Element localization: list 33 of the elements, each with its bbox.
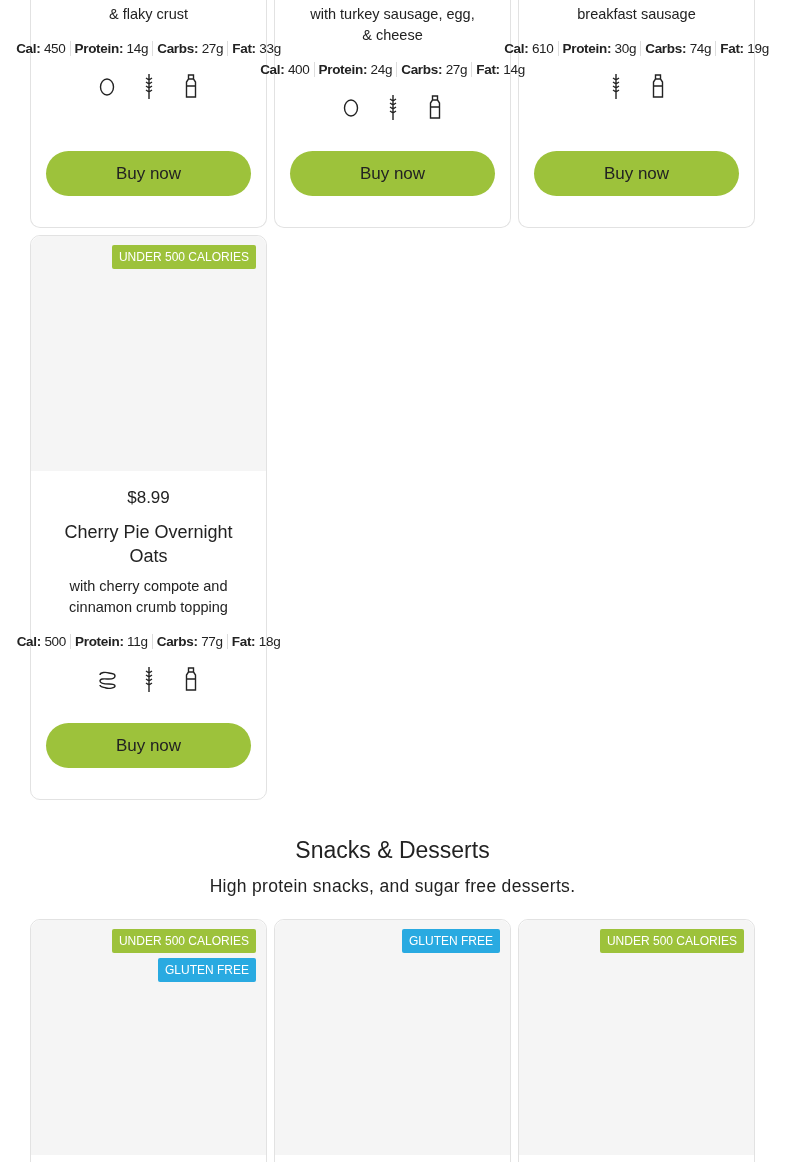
buy-now-button[interactable]: Buy now [46,723,251,768]
nutrition-fact: Protein: 11g [70,634,152,649]
nutrition-fact: Cal: 610 [503,41,555,56]
product-price: $8.99 [127,488,170,508]
nutrition-fact: Carbs: 74g [640,41,716,56]
tag-badge: GLUTEN FREE [402,929,500,953]
product-description: & flaky crust [108,5,189,24]
nutrition-fact: Fat: 18g [226,634,285,649]
nutrition-fact: Fat: 19g [715,41,773,56]
tag-badge: UNDER 500 CALORIES [111,245,256,269]
nutrition-fact: Protein: 30g [557,41,641,56]
nutrition-fact: Cal: 500 [15,634,67,649]
nutrition-fact: Fat: 33g [227,41,285,56]
tag-badge: GLUTEN FREE [158,958,256,982]
tag-badge: UNDER 500 CALORIES [111,929,256,953]
section-title: Snacks & Desserts [294,837,491,864]
section-subtitle: High protein snacks, and sugar free desserts. [208,876,577,897]
nutrition-fact: Fat: 14g [471,62,529,77]
buy-now-button[interactable]: Buy now [534,151,739,196]
product-name: Cherry Pie Overnight Oats [63,521,234,568]
nutrition-fact: Protein: 14g [69,41,153,56]
nutrition-fact: Carbs: 27g [396,62,472,77]
nutrition-fact: Carbs: 77g [151,634,227,649]
nutrition-fact: Cal: 400 [259,62,311,77]
product-description: with cherry compote and cinnamon crumb topping [68,577,229,617]
nutrition-fact: Protein: 24g [313,62,397,77]
product-description: with turkey sausage, egg, & cheese [309,5,476,45]
nutrition-fact: Carbs: 27g [152,41,228,56]
nutrition-fact: Cal: 450 [15,41,67,56]
buy-now-button[interactable]: Buy now [290,151,495,196]
product-description: breakfast sausage [576,5,697,24]
buy-now-button[interactable]: Buy now [46,151,251,196]
tag-badge: UNDER 500 CALORIES [599,929,744,953]
